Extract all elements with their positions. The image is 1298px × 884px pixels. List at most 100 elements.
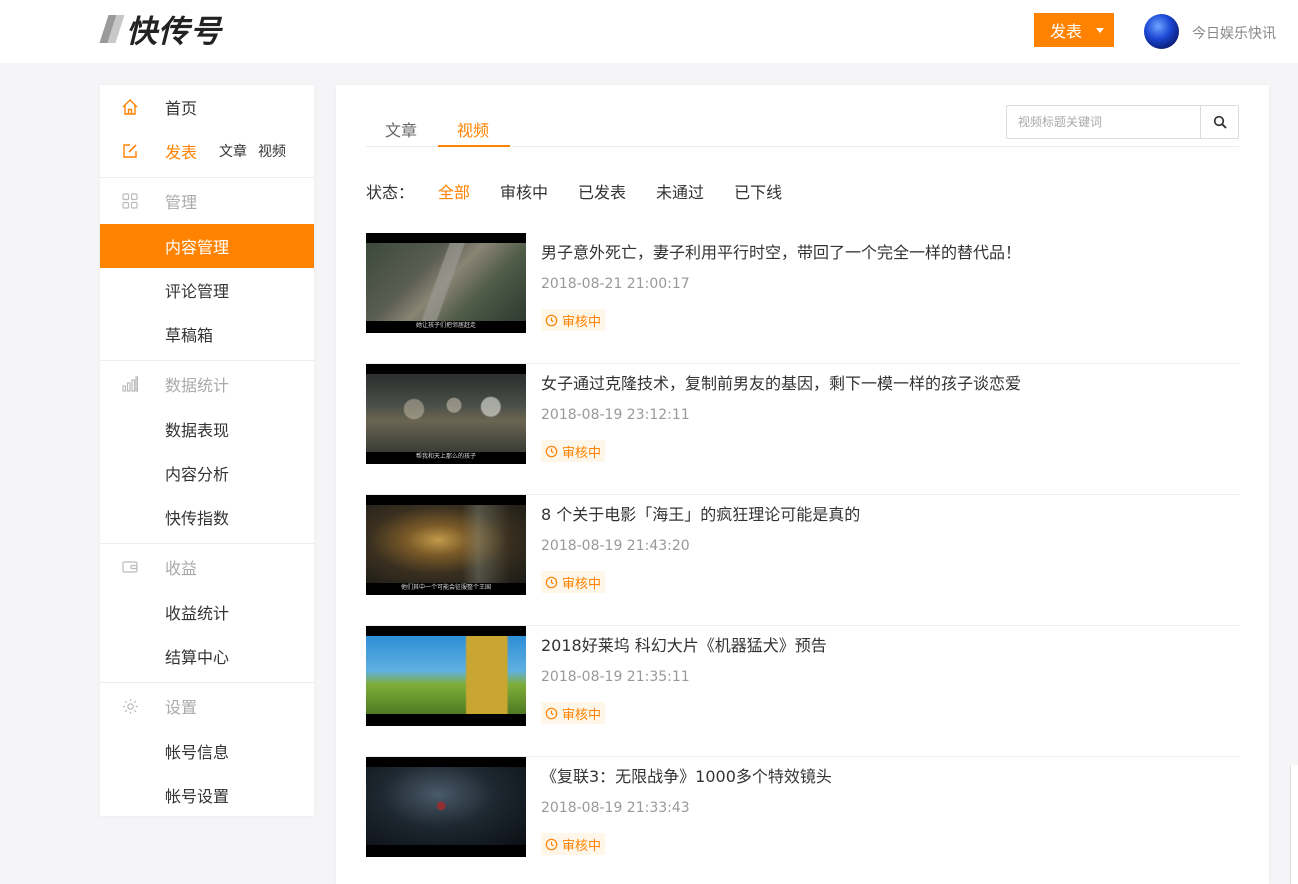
- video-thumbnail[interactable]: 她让孩子们把邻居赶走: [366, 233, 526, 333]
- video-title[interactable]: 男子意外死亡，妻子利用平行时空，带回了一个完全一样的替代品！: [541, 239, 1021, 263]
- sidebar-item-label: 内容管理: [165, 238, 230, 257]
- avatar[interactable]: [1144, 14, 1179, 49]
- sidebar-item-settlement[interactable]: 结算中心: [100, 634, 314, 678]
- sidebar-item-label: 帐号信息: [165, 743, 230, 762]
- edit-icon: [120, 141, 140, 161]
- sidebar-item-publish[interactable]: 发表 文章 视频: [100, 129, 314, 173]
- video-title[interactable]: 女子通过克隆技术，复制前男友的基因，剩下一模一样的孩子谈恋爱: [541, 370, 1021, 394]
- logo-text: 快传号: [126, 13, 222, 50]
- publish-button-label: 发表: [1050, 22, 1083, 41]
- status-badge-label: 审核中: [562, 445, 602, 461]
- video-title[interactable]: 8 个关于电影「海王」的疯狂理论可能是真的: [541, 501, 860, 525]
- publish-button[interactable]: 发表: [1034, 13, 1114, 47]
- status-badge: 审核中: [541, 309, 606, 331]
- search-button[interactable]: [1200, 106, 1238, 138]
- status-badge: 审核中: [541, 702, 606, 724]
- sidebar-group-manage: 管理: [100, 179, 314, 223]
- status-badge-label: 审核中: [562, 838, 602, 854]
- sidebar-item-label: 快传指数: [165, 509, 230, 528]
- active-tab-underline: [438, 145, 510, 147]
- search-box: [1006, 105, 1239, 139]
- list-item: 2018好莱坞 科幻大片《机器猛犬》预告 2018-08-19 21:35:11…: [366, 626, 1239, 757]
- video-thumbnail[interactable]: 他们其中一个可能会征服整个王国: [366, 495, 526, 595]
- sidebar-divider: [100, 177, 314, 178]
- thumbnail-subtitle: 帮我和天上那么的孩子: [415, 453, 476, 460]
- sidebar-item-label: 首页: [165, 99, 198, 118]
- sidebar-item-data-performance[interactable]: 数据表现: [100, 407, 314, 451]
- list-item: 《复联3：无限战争》1000多个特效镜头 2018-08-19 21:33:43…: [366, 757, 1239, 884]
- grid-icon: [120, 191, 140, 211]
- status-option-published[interactable]: 已发表: [578, 179, 626, 203]
- sidebar-item-account-settings[interactable]: 帐号设置: [100, 773, 314, 817]
- username[interactable]: 今日娱乐快讯: [1192, 23, 1276, 43]
- sidebar-item-kuaichuan-index[interactable]: 快传指数: [100, 495, 314, 539]
- sidebar-item-label: 帐号设置: [165, 787, 230, 806]
- thumbnail-subtitle: 她让孩子们把邻居赶走: [415, 322, 476, 329]
- list-item: 她让孩子们把邻居赶走 男子意外死亡，妻子利用平行时空，带回了一个完全一样的替代品…: [366, 233, 1239, 364]
- sidebar-item-label: 发表: [165, 143, 198, 162]
- search-input[interactable]: [1007, 106, 1201, 138]
- status-badge-label: 审核中: [562, 707, 602, 723]
- sidebar-item-label: 内容分析: [165, 465, 230, 484]
- bar-chart-icon: [120, 374, 140, 394]
- video-thumbnail[interactable]: [366, 626, 526, 726]
- scroll-edge: [1290, 765, 1298, 884]
- sidebar-link-video[interactable]: 视频: [258, 141, 286, 161]
- status-badge: 审核中: [541, 833, 606, 855]
- video-date: 2018-08-19 23:12:11: [541, 407, 690, 423]
- clock-icon: [545, 576, 558, 588]
- sidebar-item-label: 评论管理: [165, 282, 230, 301]
- tab-video[interactable]: 视频: [457, 117, 489, 141]
- sidebar-divider: [100, 360, 314, 361]
- gear-icon: [120, 696, 140, 716]
- status-badge: 审核中: [541, 440, 606, 462]
- video-title[interactable]: 2018好莱坞 科幻大片《机器猛犬》预告: [541, 632, 827, 656]
- logo-mark-icon: [99, 13, 125, 43]
- sidebar-item-content-manage[interactable]: 内容管理: [100, 224, 314, 268]
- video-date: 2018-08-19 21:43:20: [541, 538, 690, 554]
- status-option-all[interactable]: 全部: [438, 179, 470, 203]
- video-title[interactable]: 《复联3：无限战争》1000多个特效镜头: [541, 763, 832, 787]
- sidebar-item-drafts[interactable]: 草稿箱: [100, 312, 314, 356]
- sidebar-item-content-analysis[interactable]: 内容分析: [100, 451, 314, 495]
- sidebar-item-comment-manage[interactable]: 评论管理: [100, 268, 314, 312]
- sidebar-item-account-info[interactable]: 帐号信息: [100, 729, 314, 773]
- status-badge-label: 审核中: [562, 576, 602, 592]
- sidebar-item-home[interactable]: 首页: [100, 85, 314, 129]
- status-option-rejected[interactable]: 未通过: [656, 179, 704, 203]
- sidebar-item-label: 草稿箱: [165, 326, 214, 345]
- status-filter-label: 状态：: [366, 183, 415, 202]
- sidebar-group-settings: 设置: [100, 684, 314, 728]
- clock-icon: [545, 314, 558, 326]
- status-filter: 状态： 全部 审核中 已发表 未通过 已下线: [366, 179, 812, 203]
- sidebar-group-income: 收益: [100, 545, 314, 589]
- status-option-reviewing[interactable]: 审核中: [500, 179, 548, 203]
- clock-icon: [545, 838, 558, 850]
- sidebar-item-income-stats[interactable]: 收益统计: [100, 590, 314, 634]
- thumbnail-subtitle: 他们其中一个可能会征服整个王国: [400, 584, 491, 591]
- video-thumbnail[interactable]: 帮我和天上那么的孩子: [366, 364, 526, 464]
- sidebar-item-label: 结算中心: [165, 648, 230, 667]
- status-badge-label: 审核中: [562, 314, 602, 330]
- logo[interactable]: 快传号: [99, 8, 222, 50]
- clock-icon: [545, 445, 558, 457]
- video-date: 2018-08-21 21:00:17: [541, 276, 690, 292]
- main-panel: 文章 视频 状态： 全部 审核中 已发表 未通过 已下线 她让孩子们把邻居赶走 …: [336, 85, 1269, 884]
- tab-article[interactable]: 文章: [385, 117, 417, 141]
- sidebar: 首页 发表 文章 视频 管理 内容管理 评论管理 草稿箱 数据统计 数据表现 内…: [100, 85, 314, 816]
- search-icon: [1213, 115, 1227, 129]
- sidebar-item-label: 数据表现: [165, 421, 230, 440]
- sidebar-item-label: 收益统计: [165, 604, 230, 623]
- video-date: 2018-08-19 21:33:43: [541, 800, 690, 816]
- video-thumbnail[interactable]: [366, 757, 526, 857]
- clock-icon: [545, 707, 558, 719]
- list-item: 帮我和天上那么的孩子 女子通过克隆技术，复制前男友的基因，剩下一模一样的孩子谈恋…: [366, 364, 1239, 495]
- top-header: 快传号 发表 今日娱乐快讯: [0, 0, 1298, 63]
- sidebar-group-label: 设置: [165, 698, 198, 717]
- sidebar-group-label: 管理: [165, 193, 198, 212]
- status-option-offline[interactable]: 已下线: [734, 179, 782, 203]
- home-icon: [120, 97, 140, 117]
- sidebar-group-stats: 数据统计: [100, 362, 314, 406]
- sidebar-link-article[interactable]: 文章: [219, 141, 247, 161]
- video-list: 她让孩子们把邻居赶走 男子意外死亡，妻子利用平行时空，带回了一个完全一样的替代品…: [366, 233, 1239, 884]
